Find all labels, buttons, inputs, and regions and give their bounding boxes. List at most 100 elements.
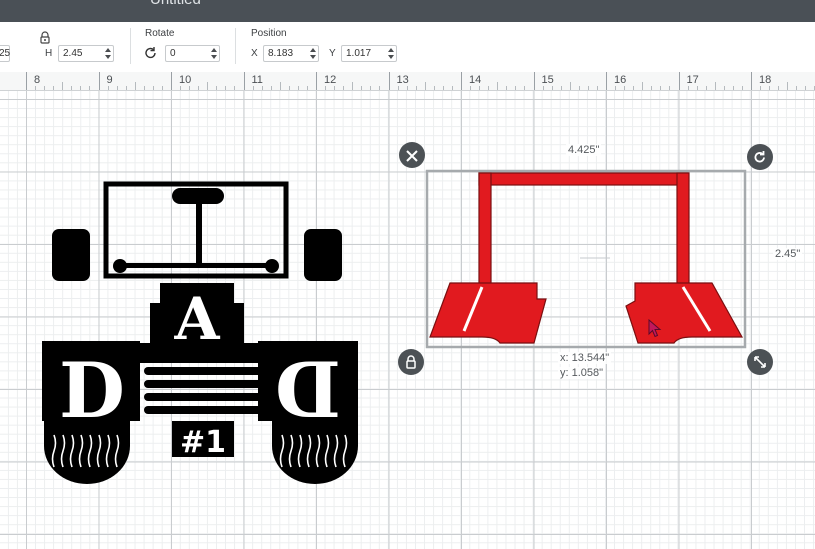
ruler-label: 15 [541,74,554,86]
ruler-minor-tick [270,86,272,90]
ruler-minor-tick [134,82,136,90]
ruler-minor-tick [180,86,182,90]
rotate-handle[interactable] [747,144,773,170]
ruler-minor-tick [587,86,589,90]
ruler-major-tick [533,72,535,90]
ruler-minor-tick [143,86,145,90]
ruler-minor-tick [760,86,762,90]
ruler-minor-tick [361,86,363,90]
ruler-minor-tick [542,86,544,90]
ruler-label: 16 [614,74,627,86]
ruler-minor-tick [669,86,671,90]
ruler-minor-tick [352,82,354,90]
title-bar: Untitled [0,0,815,22]
ruler-label: 14 [469,74,482,86]
ruler-minor-tick [116,86,118,90]
ruler-minor-tick [379,86,381,90]
ruler-minor-tick [470,86,472,90]
ruler-minor-tick [207,82,209,90]
ruler-minor-tick [288,86,290,90]
ruler-label: 8 [34,74,41,86]
rotate-label: Rotate [145,28,175,39]
ruler-major-tick [26,72,27,90]
rotate-handle-icon [753,150,767,164]
ruler-minor-tick [216,86,218,90]
ruler-minor-tick [732,86,734,90]
ruler-minor-tick [198,86,200,90]
ruler-minor-tick [787,82,789,90]
selected-red-shape[interactable] [420,161,750,361]
width-dimension-label: 4.425" [566,144,602,156]
delete-handle[interactable] [399,142,425,168]
ruler-minor-tick [279,82,281,90]
lock-icon[interactable] [39,31,51,44]
ruler-minor-tick [769,86,771,90]
height-field[interactable]: 2.45 [58,45,114,62]
badge-number: #1 [180,425,226,460]
ruler-label: 12 [324,74,337,86]
height-stepper[interactable] [104,47,112,60]
ruler-label: 17 [686,74,699,86]
coord-x-label: x: 13.544" [558,352,612,364]
letter-d-left: D [59,346,125,435]
rotate-field[interactable]: 0 [165,45,220,62]
ruler-major-tick [678,72,680,90]
ruler-minor-tick [225,86,227,90]
y-position-field[interactable]: 1.017 [341,45,397,62]
dad-tractor-design[interactable]: A D D #1 [0,91,380,491]
ruler-major-tick [751,72,752,90]
ruler-minor-tick [687,86,689,90]
y-stepper[interactable] [387,47,395,60]
ruler-minor-tick [325,86,327,90]
design-canvas[interactable]: A D D #1 4.425" 2.45" x: 13.544" y: 1.05… [0,91,815,549]
lock-handle-icon [405,355,417,369]
position-label: Position [251,28,287,39]
ruler-minor-tick [433,86,435,90]
letter-a: A [173,285,220,353]
ruler-minor-tick [62,82,64,90]
close-icon [406,149,418,162]
ruler-minor-tick [107,86,109,90]
ruler-major-tick [388,72,390,90]
ruler-minor-tick [479,86,481,90]
ruler-minor-tick [633,86,635,90]
ruler-minor-tick [442,86,444,90]
ruler-major-tick [461,72,462,90]
ruler-minor-tick [569,82,571,90]
ruler-label: 13 [396,74,409,86]
width-field[interactable]: 25 [0,45,10,62]
ruler-minor-tick [370,86,372,90]
ruler-minor-tick [651,86,653,90]
rotate-stepper[interactable] [210,47,218,60]
ruler-minor-tick [334,86,336,90]
divider [130,28,131,64]
divider [235,28,236,64]
ruler-minor-tick [741,86,743,90]
x-stepper[interactable] [309,47,317,60]
ruler-minor-tick [624,86,626,90]
ruler-label: 18 [759,74,772,86]
ruler-minor-tick [506,86,508,90]
ruler-minor-tick [805,86,807,90]
edit-toolbar: 25 H 2.45 Rotate 0 Position X 8.183 Y 1.… [0,22,815,73]
resize-handle[interactable] [747,349,773,375]
ruler-label: 11 [251,74,263,86]
ruler-minor-tick [397,86,399,90]
ruler-minor-tick [714,82,716,90]
lock-handle[interactable] [398,349,424,375]
ruler-minor-tick [406,86,408,90]
height-label: H [45,48,53,59]
window-title: Untitled [150,0,201,8]
ruler-minor-tick [152,86,154,90]
ruler-minor-tick [252,86,254,90]
ruler-major-tick [98,72,100,90]
x-position-field[interactable]: 8.183 [263,45,319,62]
ruler-label: 10 [179,74,192,86]
horizontal-ruler: 8 9 10 11 12 13 14 15 16 17 18 [0,72,815,91]
ruler-minor-tick [234,86,236,90]
ruler-minor-tick [89,86,91,90]
ruler-minor-tick [71,86,73,90]
ruler-minor-tick [596,86,598,90]
ruler-minor-tick [161,86,163,90]
x-label: X [251,48,258,59]
